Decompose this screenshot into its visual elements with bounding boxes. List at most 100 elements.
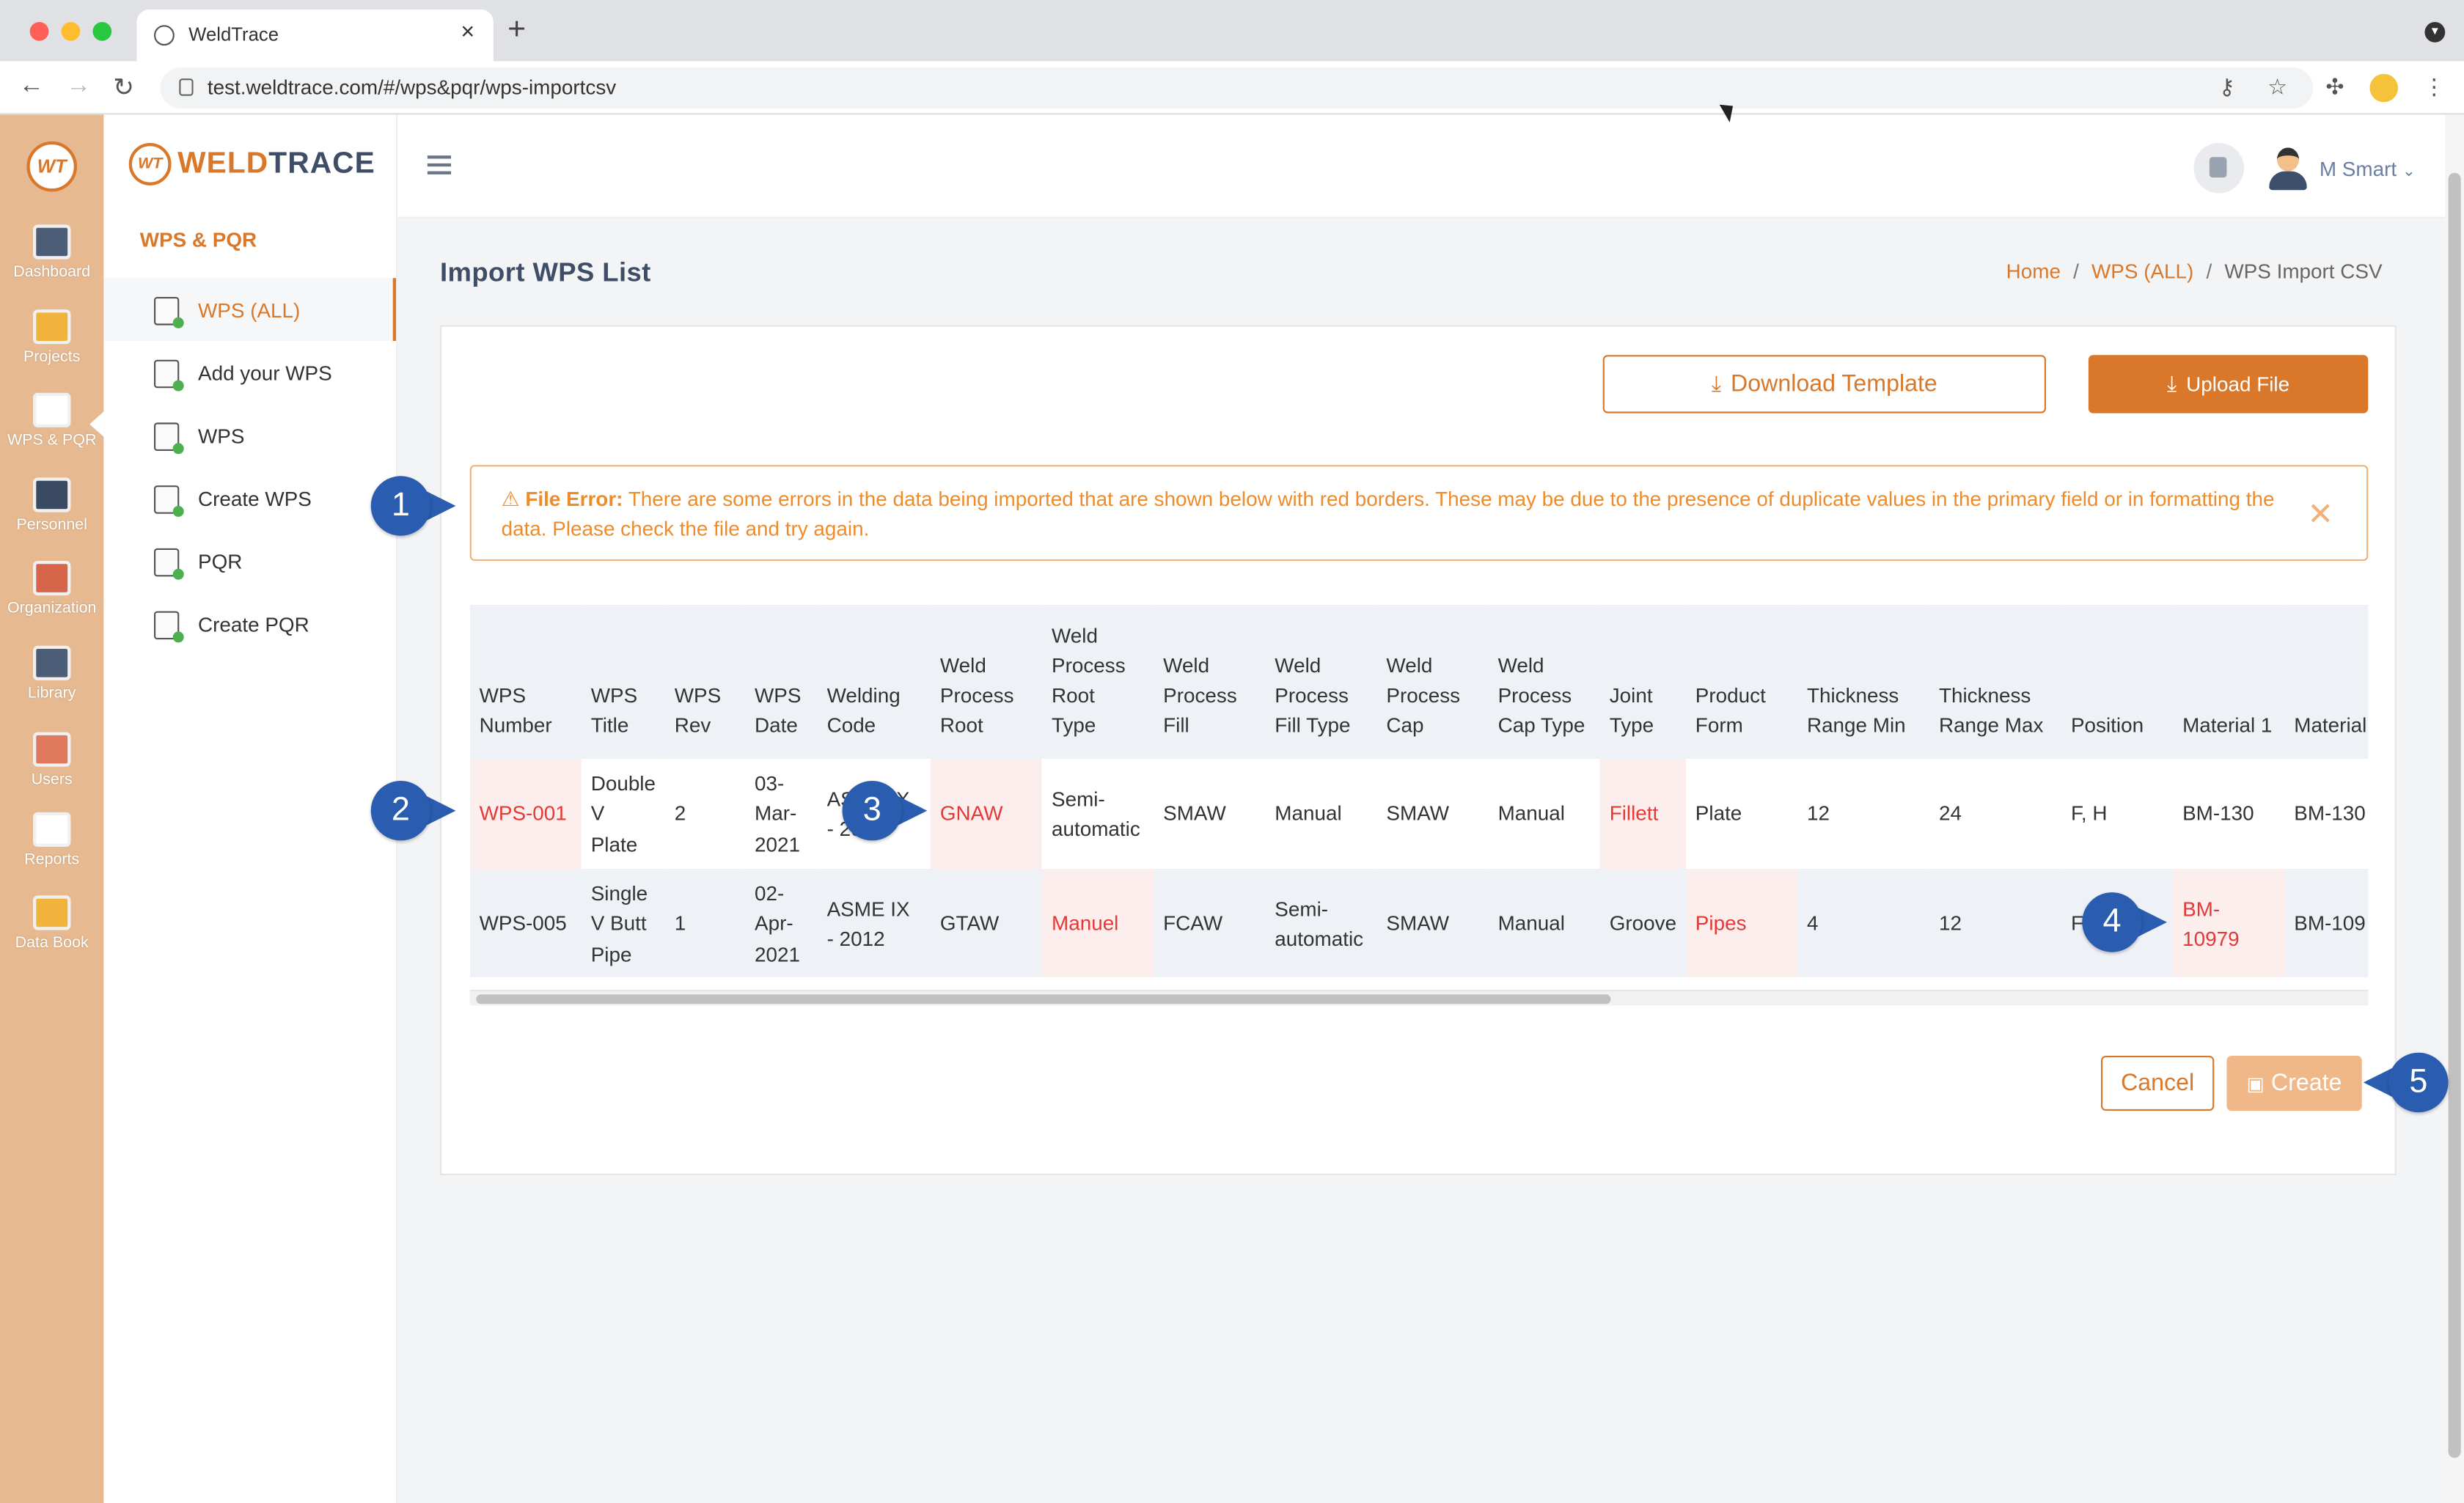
- app-logo-mark[interactable]: WT: [26, 141, 77, 192]
- close-alert-icon[interactable]: ✕: [2307, 495, 2333, 534]
- cell-thickness-max[interactable]: 12: [1929, 869, 2062, 977]
- column-header[interactable]: Product Form: [1685, 605, 1798, 759]
- download-template-button[interactable]: ⤓ Download Template: [1602, 355, 2046, 414]
- column-header[interactable]: Material 1: [2173, 605, 2285, 759]
- profile-avatar-icon[interactable]: [2369, 73, 2398, 103]
- cell-material-1[interactable]: BM-130: [2173, 759, 2285, 869]
- new-tab-icon[interactable]: +: [507, 12, 526, 48]
- sidebar-item-label: WPS: [198, 424, 245, 448]
- column-header[interactable]: WPS Title: [581, 605, 665, 759]
- column-header[interactable]: Weld Process Cap: [1376, 605, 1489, 759]
- sidebar-item-pqr[interactable]: PQR: [103, 529, 396, 592]
- rail-item-data-book[interactable]: Data Book: [0, 895, 103, 952]
- column-header[interactable]: Joint Type: [1599, 605, 1686, 759]
- cell-wps-date[interactable]: 03-Mar-2021: [745, 759, 818, 869]
- column-header[interactable]: Thickness Range Max: [1929, 605, 2062, 759]
- rail-item-projects[interactable]: Projects: [0, 309, 103, 366]
- extensions-puzzle-icon[interactable]: ✣: [2325, 74, 2344, 100]
- cell-wps-rev[interactable]: 2: [664, 759, 746, 869]
- cell-joint-type[interactable]: Groove: [1599, 869, 1686, 977]
- user-avatar[interactable]: [2267, 144, 2309, 191]
- column-header[interactable]: Position: [2061, 605, 2174, 759]
- cell-weld-process-fill[interactable]: FCAW: [1154, 869, 1266, 977]
- cell-wps-number[interactable]: WPS-005: [469, 869, 582, 977]
- rail-item-organization[interactable]: Organization: [0, 561, 103, 617]
- sidebar-item-create-pqr[interactable]: Create PQR: [103, 592, 396, 655]
- forward-icon[interactable]: →: [66, 73, 91, 101]
- sidebar-item-label: WPS (ALL): [198, 298, 301, 323]
- rail-item-dashboard[interactable]: Dashboard: [0, 224, 103, 282]
- column-header[interactable]: WPS Rev: [664, 605, 746, 759]
- rail-item-users[interactable]: Users: [0, 732, 103, 789]
- column-header[interactable]: Weld Process Fill Type: [1265, 605, 1377, 759]
- cell-wps-title[interactable]: Double V Plate: [581, 759, 665, 869]
- cell-weld-process-fill-type[interactable]: Semi-automatic: [1265, 869, 1377, 977]
- cell-wps-title[interactable]: Single V Butt Pipe: [581, 869, 665, 977]
- column-header[interactable]: Material 2: [2284, 605, 2369, 759]
- column-header[interactable]: Welding Code: [817, 605, 931, 759]
- cell-weld-process-fill-type[interactable]: Manual: [1265, 759, 1377, 869]
- cell-weld-process-cap-type[interactable]: Manual: [1488, 869, 1600, 977]
- sidebar-item-add-your-wps[interactable]: Add your WPS: [103, 341, 396, 404]
- key-icon[interactable]: ⚷: [2219, 74, 2235, 100]
- breadcrumb-home[interactable]: Home: [2006, 260, 2061, 283]
- cell-product-form[interactable]: Plate: [1685, 759, 1798, 869]
- user-menu[interactable]: M Smart ⌄: [2320, 157, 2416, 180]
- minimize-window-icon[interactable]: [61, 22, 81, 41]
- cell-thickness-max[interactable]: 24: [1929, 759, 2062, 869]
- column-header[interactable]: Weld Process Root: [931, 605, 1043, 759]
- cell-weld-process-root-type[interactable]: Manuel: [1042, 869, 1154, 977]
- cell-position[interactable]: F, H: [2061, 759, 2174, 869]
- reload-icon[interactable]: ↻: [113, 73, 134, 104]
- cell-joint-type[interactable]: Fillett: [1599, 759, 1686, 869]
- sidebar-item-wps[interactable]: WPS: [103, 404, 396, 467]
- hamburger-menu-icon[interactable]: [427, 155, 451, 174]
- cell-weld-process-root[interactable]: GTAW: [931, 869, 1043, 977]
- document-icon: [154, 422, 184, 455]
- cell-product-form[interactable]: Pipes: [1685, 869, 1798, 977]
- back-icon[interactable]: ←: [19, 73, 44, 101]
- bookmark-star-icon[interactable]: ☆: [2267, 74, 2287, 100]
- column-header[interactable]: WPS Number: [469, 605, 582, 759]
- sidebar-item-create-wps[interactable]: Create WPS: [103, 466, 396, 529]
- page-vertical-scrollbar[interactable]: [2445, 114, 2464, 1503]
- address-bar[interactable]: test.weldtrace.com/#/wps&pqr/wps-importc…: [160, 67, 2314, 109]
- cancel-button[interactable]: Cancel: [2101, 1056, 2215, 1111]
- cell-weld-process-cap[interactable]: SMAW: [1376, 869, 1489, 977]
- cell-thickness-min[interactable]: 12: [1797, 759, 1930, 869]
- cell-wps-date[interactable]: 02-Apr-2021: [745, 869, 818, 977]
- rail-item-personnel[interactable]: Personnel: [0, 477, 103, 534]
- maximize-window-icon[interactable]: [92, 22, 112, 41]
- cell-thickness-min[interactable]: 4: [1797, 869, 1930, 977]
- browser-menu-icon[interactable]: ⋮: [2423, 74, 2445, 100]
- tab-search-icon[interactable]: ▼: [2424, 22, 2446, 43]
- rail-item-wps-pqr[interactable]: WPS & PQR: [0, 392, 103, 449]
- cell-material-2[interactable]: BM-130: [2284, 759, 2369, 869]
- upload-file-button[interactable]: ⤓ Upload File: [2088, 355, 2369, 414]
- close-tab-icon[interactable]: ×: [461, 19, 474, 45]
- cell-weld-process-fill[interactable]: SMAW: [1154, 759, 1266, 869]
- breadcrumb-wps-all[interactable]: WPS (ALL): [2091, 260, 2193, 283]
- cell-weld-process-root[interactable]: GNAW: [931, 759, 1043, 869]
- cell-weld-process-cap[interactable]: SMAW: [1376, 759, 1489, 869]
- rail-item-reports[interactable]: Reports: [0, 812, 103, 869]
- close-window-icon[interactable]: [29, 22, 49, 41]
- book-icon[interactable]: [2193, 143, 2244, 194]
- column-header[interactable]: Weld Process Fill: [1154, 605, 1266, 759]
- column-header[interactable]: Weld Process Root Type: [1042, 605, 1154, 759]
- column-header[interactable]: Weld Process Cap Type: [1488, 605, 1600, 759]
- cell-wps-number[interactable]: WPS-001: [469, 759, 582, 869]
- column-header[interactable]: WPS Date: [745, 605, 818, 759]
- sidebar-item-wps-all[interactable]: WPS (ALL): [103, 278, 396, 341]
- cell-material-2[interactable]: BM-109: [2284, 869, 2369, 977]
- cell-material-1[interactable]: BM-10979: [2173, 869, 2285, 977]
- rail-item-library[interactable]: Library: [0, 645, 103, 702]
- cell-weld-process-cap-type[interactable]: Manual: [1488, 759, 1600, 869]
- cell-welding-code[interactable]: ASME IX - 2012: [817, 869, 931, 977]
- browser-tab[interactable]: WeldTrace ×: [136, 9, 494, 62]
- cell-wps-rev[interactable]: 1: [664, 869, 746, 977]
- column-header[interactable]: Thickness Range Min: [1797, 605, 1930, 759]
- table-horizontal-scrollbar[interactable]: [469, 990, 2369, 1006]
- cell-weld-process-root-type[interactable]: Semi-automatic: [1042, 759, 1154, 869]
- create-button[interactable]: ▣ Create: [2226, 1056, 2362, 1111]
